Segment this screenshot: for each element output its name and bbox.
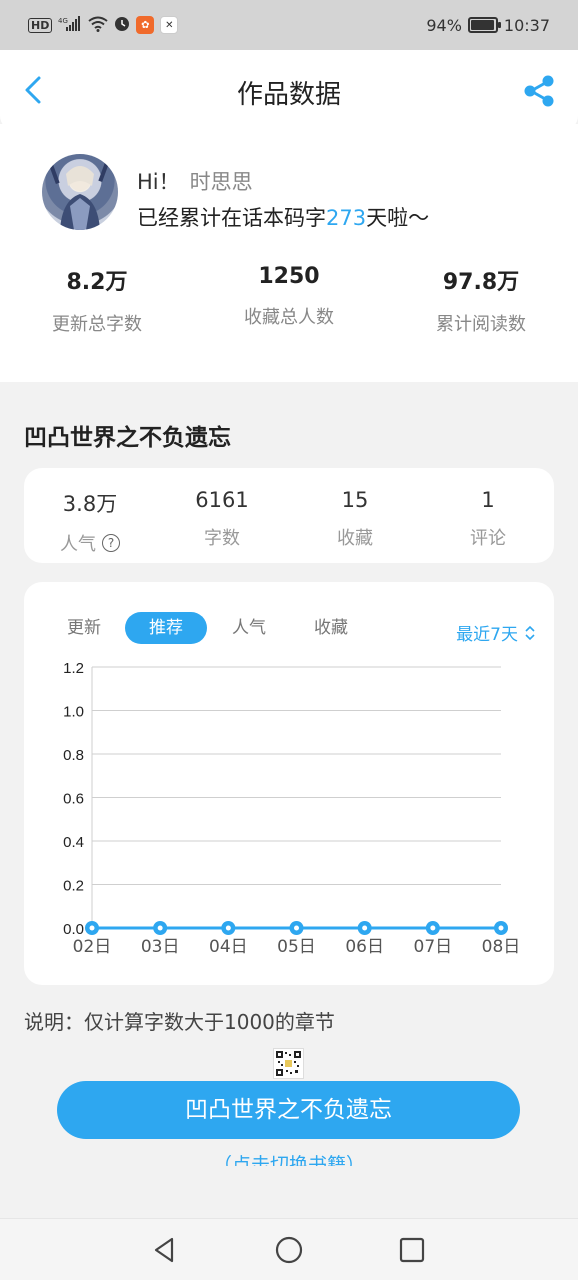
stat-total-reads: 97.8万 累计阅读数 bbox=[386, 264, 576, 336]
book-stat-label: 收藏 bbox=[337, 528, 373, 549]
y-tick-label: 0.4 bbox=[63, 834, 84, 851]
tab-update[interactable]: 更新 bbox=[43, 612, 125, 644]
x-tick-label: 02日 bbox=[73, 937, 112, 957]
y-tick-label: 0.0 bbox=[63, 921, 84, 938]
tab-recommend[interactable]: 推荐 bbox=[125, 612, 207, 644]
back-triangle-icon[interactable] bbox=[150, 1235, 180, 1265]
share-icon bbox=[524, 75, 554, 107]
status-icons: HD 4G ✿ ✕ bbox=[28, 16, 179, 34]
book-stat-label: 字数 bbox=[204, 528, 240, 549]
book-stats-card: 3.8万 人气 ? 6161 字数 15 收藏 1 评论 bbox=[24, 468, 554, 563]
book-title: 凹凸世界之不负遗忘 bbox=[24, 425, 231, 451]
share-button[interactable] bbox=[522, 74, 556, 108]
battery-percent: 94% bbox=[426, 15, 462, 35]
stat-total-favorites: 1250 收藏总人数 bbox=[194, 264, 384, 329]
book-stat-comments: 1 评论 bbox=[422, 488, 554, 550]
system-nav-bar bbox=[0, 1218, 578, 1280]
app-icon: ✕ bbox=[160, 16, 179, 34]
x-tick-label: 04日 bbox=[209, 937, 248, 957]
status-right: 94% 10:37 bbox=[426, 16, 550, 35]
status-bar: HD 4G ✿ ✕ 94% 10:37 bbox=[0, 0, 578, 50]
x-tick-label: 07日 bbox=[414, 937, 453, 957]
username: 时思思 bbox=[189, 170, 253, 194]
range-select[interactable]: 最近7天 bbox=[456, 620, 536, 645]
page-title: 作品数据 bbox=[236, 80, 341, 110]
book-stat-favorites: 15 收藏 bbox=[289, 488, 421, 550]
switch-book-link[interactable]: （点击切换书籍） bbox=[0, 1152, 578, 1166]
book-stat-value: 6161 bbox=[195, 488, 249, 512]
book-stat-label: 人气 ? bbox=[24, 530, 156, 556]
data-point-center bbox=[498, 925, 504, 931]
x-tick-label: 06日 bbox=[345, 937, 384, 957]
stat-label: 更新总字数 bbox=[52, 314, 142, 335]
data-point-center bbox=[430, 925, 436, 931]
svg-text:4G: 4G bbox=[58, 17, 68, 25]
book-stat-value: 15 bbox=[341, 488, 369, 512]
y-tick-label: 0.6 bbox=[63, 791, 84, 808]
book-stat-popularity: 3.8万 人气 ? bbox=[24, 488, 156, 556]
home-circle-icon[interactable] bbox=[274, 1235, 304, 1265]
data-point-center bbox=[89, 925, 95, 931]
data-point-center bbox=[362, 925, 368, 931]
help-icon[interactable]: ? bbox=[102, 534, 120, 552]
days-prefix: 已经累计在话本码字 bbox=[137, 206, 326, 230]
writing-days: 已经累计在话本码字273天啦～ bbox=[137, 202, 429, 232]
y-tick-label: 0.2 bbox=[63, 878, 84, 895]
chart-card: 0.0 0.2 0.4 0.6 0.8 1.0 1.2 02日 03日 04日 05日 06日 07日 0… bbox=[24, 582, 554, 985]
stat-label: 收藏总人数 bbox=[244, 307, 334, 328]
greeting-text: Hi！ bbox=[137, 170, 180, 194]
battery-level bbox=[470, 20, 494, 30]
book-select-button[interactable]: 凹凸世界之不负遗忘 bbox=[57, 1081, 520, 1139]
x-tick-label: 08日 bbox=[482, 937, 521, 957]
stat-value: 8.2万 bbox=[66, 270, 128, 295]
recents-square-icon[interactable] bbox=[397, 1235, 427, 1265]
stat-value: 1250 bbox=[258, 264, 320, 289]
alarm-icon bbox=[114, 16, 130, 34]
book-stat-value: 3.8万 bbox=[62, 492, 118, 516]
app-icon: ✿ bbox=[136, 16, 155, 34]
battery-icon bbox=[467, 17, 501, 33]
y-tick-label: 1.2 bbox=[63, 660, 84, 677]
tab-favorites[interactable]: 收藏 bbox=[290, 612, 372, 644]
book-stat-value: 1 bbox=[481, 488, 495, 512]
data-point-center bbox=[294, 925, 299, 931]
signal-icon: 4G bbox=[58, 16, 82, 34]
hd-icon: HD bbox=[28, 17, 53, 33]
book-stat-label: 评论 bbox=[470, 528, 506, 549]
profile-card: Hi！ 时思思 已经累计在话本码字273天啦～ 8.2万 更新总字数 1250 收… bbox=[0, 124, 578, 382]
x-tick-label: 03日 bbox=[141, 937, 180, 957]
avatar[interactable] bbox=[42, 154, 118, 230]
data-point-center bbox=[157, 925, 163, 931]
chevron-up-down-icon bbox=[525, 625, 535, 640]
nav-bar: 作品数据 bbox=[0, 50, 578, 130]
y-tick-label: 1.0 bbox=[63, 704, 84, 721]
stat-label: 累计阅读数 bbox=[436, 314, 526, 335]
wifi-icon bbox=[88, 16, 108, 34]
x-tick-label: 05日 bbox=[277, 937, 316, 957]
tab-popularity[interactable]: 人气 bbox=[208, 612, 290, 644]
qr-code bbox=[273, 1048, 304, 1079]
days-count: 273 bbox=[326, 206, 367, 230]
days-suffix: 天啦～ bbox=[366, 206, 430, 230]
y-tick-label: 0.8 bbox=[63, 747, 84, 764]
stat-total-words: 8.2万 更新总字数 bbox=[2, 264, 192, 336]
greeting: Hi！ 时思思 bbox=[137, 166, 253, 196]
clock: 10:37 bbox=[503, 15, 550, 35]
range-label: 最近7天 bbox=[456, 625, 518, 645]
data-point-center bbox=[225, 925, 231, 931]
book-stat-label-text: 人气 bbox=[60, 534, 96, 555]
book-stat-words: 6161 字数 bbox=[156, 488, 288, 550]
stat-value: 97.8万 bbox=[442, 270, 520, 295]
note-text: 说明：仅计算字数大于1000的章节 bbox=[24, 1010, 335, 1034]
